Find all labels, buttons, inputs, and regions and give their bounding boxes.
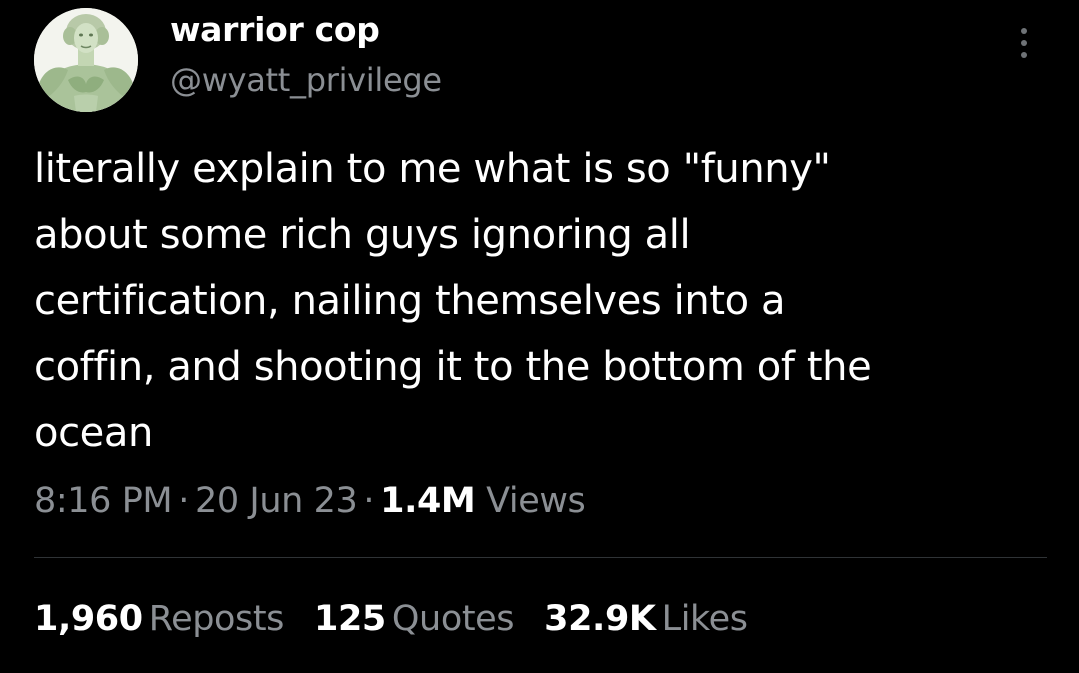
likes-count: 32.9K xyxy=(544,599,656,639)
tweet-time[interactable]: 8:16 PM xyxy=(34,481,173,521)
meta-separator: · xyxy=(178,481,189,521)
reposts-label: Reposts xyxy=(148,599,285,639)
tweet-text-line: certification, nailing themselves into a xyxy=(34,278,786,324)
reposts-stat[interactable]: 1,960 Reposts xyxy=(34,596,284,642)
display-name[interactable]: warrior cop xyxy=(170,10,380,50)
engagement-stats: 1,960 Reposts 125 Quotes 32.9K Likes xyxy=(34,596,778,642)
reposts-count: 1,960 xyxy=(34,599,143,639)
tweet-text-line: literally explain to me what is so "funn… xyxy=(34,146,831,192)
dot-icon xyxy=(1021,40,1027,46)
quotes-label: Quotes xyxy=(391,599,515,639)
tweet-date[interactable]: 20 Jun 23 xyxy=(195,481,358,521)
tweet-meta: 8:16 PM · 20 Jun 23 · 1.4M Views xyxy=(34,478,586,524)
tweet-text-line: about some rich guys ignoring all xyxy=(34,212,691,258)
dot-icon xyxy=(1021,28,1027,34)
tweet-text-line: ocean xyxy=(34,410,153,456)
quotes-count: 125 xyxy=(314,599,386,639)
views-count: 1.4M xyxy=(380,481,476,521)
meta-separator: · xyxy=(363,481,375,521)
quotes-stat[interactable]: 125 Quotes xyxy=(314,596,515,642)
avatar-image xyxy=(34,8,138,112)
avatar[interactable] xyxy=(34,8,138,112)
dot-icon xyxy=(1021,52,1027,58)
likes-stat[interactable]: 32.9K Likes xyxy=(544,596,748,642)
tweet-text: literally explain to me what is so "funn… xyxy=(34,136,1044,466)
likes-label: Likes xyxy=(661,599,748,639)
views-label: Views xyxy=(486,481,586,521)
more-vertical-icon[interactable] xyxy=(1012,28,1036,72)
tweet-text-line: coffin, and shooting it to the bottom of… xyxy=(34,344,872,390)
user-handle[interactable]: @wyatt_privilege xyxy=(170,60,442,100)
tweet-card: warrior cop @wyatt_privilege literally e… xyxy=(0,0,1079,673)
divider xyxy=(34,557,1047,558)
